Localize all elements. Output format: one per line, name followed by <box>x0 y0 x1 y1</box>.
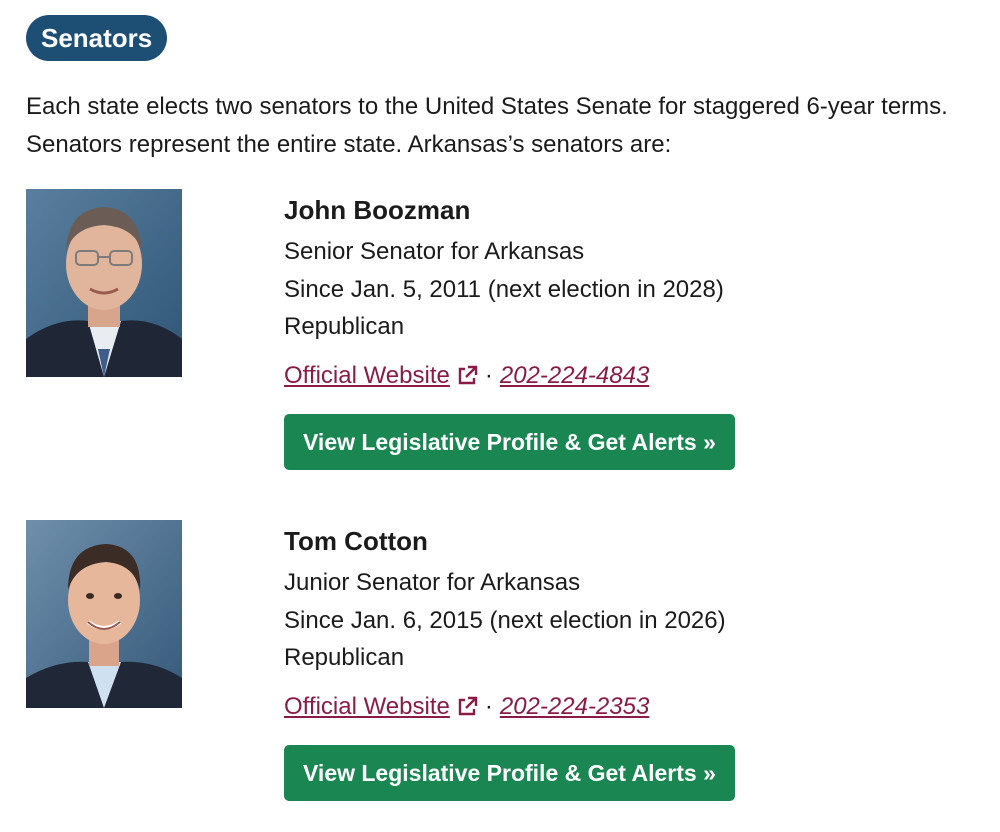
senator-name: John Boozman <box>284 195 471 225</box>
official-website-label: Official Website <box>284 362 450 389</box>
official-website-label: Official Website <box>284 693 450 720</box>
section-heading-badge: Senators <box>26 15 168 61</box>
senator-title: Junior Senator for Arkansas <box>284 569 581 596</box>
senator-photo <box>26 189 182 377</box>
official-website-link[interactable]: Official Website <box>284 359 450 393</box>
link-separator: · <box>484 693 493 720</box>
senator-term: Since Jan. 6, 2015 (next election in 202… <box>284 607 726 634</box>
senator-title: Senior Senator for Arkansas <box>284 238 585 265</box>
senator-party: Republican <box>284 313 405 340</box>
portrait-image <box>26 520 182 708</box>
view-legislative-profile-button[interactable]: View Legislative Profile & Get Alerts » <box>284 414 735 470</box>
view-legislative-profile-button[interactable]: View Legislative Profile & Get Alerts » <box>284 745 735 801</box>
senator-card: Tom Cotton Junior Senator for Arkansas S… <box>26 520 986 810</box>
senator-photo <box>26 520 182 708</box>
intro-text: Each state elects two senators to the Un… <box>26 93 948 158</box>
external-link-icon[interactable] <box>456 696 478 718</box>
senator-name: Tom Cotton <box>284 526 428 556</box>
senator-contact-links: Official Website · 202-224-2353 <box>284 690 649 724</box>
senator-term: Since Jan. 5, 2011 (next election in 202… <box>284 276 724 303</box>
senator-card: John Boozman Senior Senator for Arkansas… <box>26 189 986 479</box>
external-link-icon[interactable] <box>456 365 478 387</box>
phone-link[interactable]: 202-224-4843 <box>500 359 649 393</box>
senator-contact-links: Official Website · 202-224-4843 <box>284 359 649 393</box>
portrait-image <box>26 189 182 377</box>
phone-link[interactable]: 202-224-2353 <box>500 690 649 724</box>
link-separator: · <box>484 362 493 389</box>
senator-party: Republican <box>284 644 405 671</box>
official-website-link[interactable]: Official Website <box>284 690 450 724</box>
